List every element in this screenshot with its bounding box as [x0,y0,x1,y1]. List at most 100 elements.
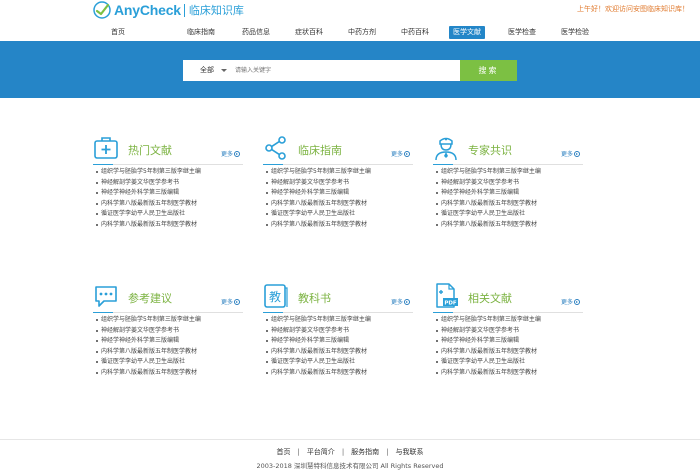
list-item[interactable]: 内科学第八版最新版五年制医学教材 [263,199,423,210]
list-item[interactable]: 内科学第八版最新版五年制医学教材 [433,220,593,231]
card-title: 热门文献 [128,144,172,157]
list-item[interactable]: 循证医学李幼平人民卫生出版社 [93,209,253,220]
chat-bubble-icon [95,286,117,307]
nav-tcm-encyclopedia[interactable]: 中药百科 [401,26,429,39]
list-item[interactable]: 循证医学李幼平人民卫生出版社 [263,357,423,368]
list-item[interactable]: 内科学第八版最新版五年制医学教材 [433,368,593,379]
card-header: 教 教科书 更多 [263,283,413,313]
divider [93,164,243,165]
more-link[interactable]: 更多 [561,149,581,158]
search-scope-label: 全部 [200,66,214,74]
nav-clinical-guidelines[interactable]: 临床指南 [187,26,215,39]
list-item[interactable]: 组织学与胚胎学5年制第三版李继主编 [263,315,423,326]
list-item[interactable]: 内科学第八版最新版五年制医学教材 [263,368,423,379]
footer-link-service[interactable]: 服务指南 [351,448,379,456]
list-item[interactable]: 组织学与胚胎学5年制第三版李继主编 [433,315,593,326]
more-label: 更多 [391,151,404,158]
article-list: 组织学与胚胎学5年制第三版李继主编 神经解剖学姜文华医学参考书 神经学神经外科学… [93,167,253,230]
card-clinical-guidelines: 临床指南 更多 组织学与胚胎学5年制第三版李继主编 神经解剖学姜文华医学参考书 … [263,135,413,228]
footer-separator: | [297,448,300,456]
list-item[interactable]: 内科学第八版最新版五年制医学教材 [93,220,253,231]
nav-medical-literature[interactable]: 医学文献 [449,26,485,39]
doctor-icon [435,137,457,161]
logo[interactable]: AnyCheck 临床知识库 [93,1,244,19]
list-item[interactable]: 神经学神经外科学第三版编辑 [93,336,253,347]
footer-link-home[interactable]: 首页 [276,448,290,456]
svg-text:教: 教 [269,289,281,304]
card-title: 专家共识 [468,144,512,157]
list-item[interactable]: 神经解剖学姜文华医学参考书 [93,326,253,337]
divider [433,312,583,313]
more-label: 更多 [221,299,234,306]
list-item[interactable]: 神经解剖学姜文华医学参考书 [263,178,423,189]
divider [433,164,583,165]
more-link[interactable]: 更多 [391,297,411,306]
card-title: 临床指南 [298,144,342,157]
list-item[interactable]: 内科学第八版最新版五年制医学教材 [93,347,253,358]
list-item[interactable]: 循证医学李幼平人民卫生出版社 [93,357,253,368]
list-item[interactable]: 内科学第八版最新版五年制医学教材 [433,347,593,358]
nav-symptom-encyclopedia[interactable]: 症状百科 [295,26,323,39]
card-header: PDF 相关文献 更多 [433,283,583,313]
list-item[interactable]: 内科学第八版最新版五年制医学教材 [263,220,423,231]
chevron-down-icon [221,69,227,72]
more-label: 更多 [561,299,574,306]
card-related-literature: PDF 相关文献 更多 组织学与胚胎学5年制第三版李继主编 神经解剖学姜文华医学… [433,283,583,376]
search-scope-select[interactable]: 全部 [183,60,233,81]
more-link[interactable]: 更多 [391,149,411,158]
list-item[interactable]: 神经学神经外科学第三版编辑 [433,336,593,347]
list-item[interactable]: 内科学第八版最新版五年制医学教材 [433,199,593,210]
search-input[interactable] [235,63,455,78]
logo-mark-icon [93,1,111,19]
list-item[interactable]: 神经学神经外科学第三版编辑 [93,188,253,199]
list-item[interactable]: 神经学神经外科学第三版编辑 [263,188,423,199]
more-label: 更多 [221,151,234,158]
nav-home[interactable]: 首页 [111,26,125,39]
list-item[interactable]: 神经学神经外科学第三版编辑 [433,188,593,199]
article-list: 组织学与胚胎学5年制第三版李继主编 神经解剖学姜文华医学参考书 神经学神经外科学… [433,167,593,230]
medical-kit-icon [94,137,118,159]
list-item[interactable]: 神经学神经外科学第三版编辑 [263,336,423,347]
search-box: 全部 [183,60,461,81]
footer-separator: | [386,448,389,456]
footer-link-contact[interactable]: 与我联系 [396,448,424,456]
footer: 首页 | 平台简介 | 服务指南 | 与我联系 2003-2018 深圳慧特科信息技术有限公… [0,439,700,470]
more-link[interactable]: 更多 [561,297,581,306]
card-textbooks: 教 教科书 更多 组织学与胚胎学5年制第三版李继主编 神经解剖学姜文华医学参考书… [263,283,413,376]
list-item[interactable]: 内科学第八版最新版五年制医学教材 [93,368,253,379]
more-link[interactable]: 更多 [221,149,241,158]
logo-subtitle: 临床知识库 [188,4,244,17]
divider [263,164,413,165]
nav-tcm-prescriptions[interactable]: 中药方剂 [348,26,376,39]
arrow-right-circle-icon [234,298,241,305]
list-item[interactable]: 内科学第八版最新版五年制医学教材 [93,199,253,210]
more-link[interactable]: 更多 [221,297,241,306]
search-button[interactable]: 搜索 [460,60,517,81]
card-expert-consensus: 专家共识 更多 组织学与胚胎学5年制第三版李继主编 神经解剖学姜文华医学参考书 … [433,135,583,228]
footer-link-about[interactable]: 平台简介 [307,448,335,456]
nav-medical-tests[interactable]: 医学检验 [561,26,589,39]
article-list: 组织学与胚胎学5年制第三版李继主编 神经解剖学姜文华医学参考书 神经学神经外科学… [263,315,423,378]
list-item[interactable]: 神经解剖学姜文华医学参考书 [433,326,593,337]
article-list: 组织学与胚胎学5年制第三版李继主编 神经解剖学姜文华医学参考书 神经学神经外科学… [93,315,253,378]
search-band: 全部 [0,41,700,98]
list-item[interactable]: 组织学与胚胎学5年制第三版李继主编 [263,167,423,178]
nav-drug-info[interactable]: 药品信息 [242,26,270,39]
list-item[interactable]: 神经解剖学姜文华医学参考书 [433,178,593,189]
card-header: 专家共识 更多 [433,135,583,165]
list-item[interactable]: 内科学第八版最新版五年制医学教材 [263,347,423,358]
list-item[interactable]: 循证医学李幼平人民卫生出版社 [433,209,593,220]
list-item[interactable]: 循证医学李幼平人民卫生出版社 [263,209,423,220]
logo-brand: AnyCheck [114,2,181,18]
list-item[interactable]: 神经解剖学姜文华医学参考书 [263,326,423,337]
greeting-text: 上午好！欢迎访问安图临床知识库！ [577,5,689,13]
card-header: 热门文献 更多 [93,135,243,165]
list-item[interactable]: 组织学与胚胎学5年制第三版李继主编 [93,167,253,178]
nav-medical-exams[interactable]: 医学检查 [508,26,536,39]
list-item[interactable]: 循证医学李幼平人民卫生出版社 [433,357,593,368]
list-item[interactable]: 组织学与胚胎学5年制第三版李继主编 [93,315,253,326]
list-item[interactable]: 组织学与胚胎学5年制第三版李继主编 [433,167,593,178]
article-list: 组织学与胚胎学5年制第三版李继主编 神经解剖学姜文华医学参考书 神经学神经外科学… [433,315,593,378]
arrow-right-circle-icon [234,150,241,157]
list-item[interactable]: 神经解剖学姜文华医学参考书 [93,178,253,189]
